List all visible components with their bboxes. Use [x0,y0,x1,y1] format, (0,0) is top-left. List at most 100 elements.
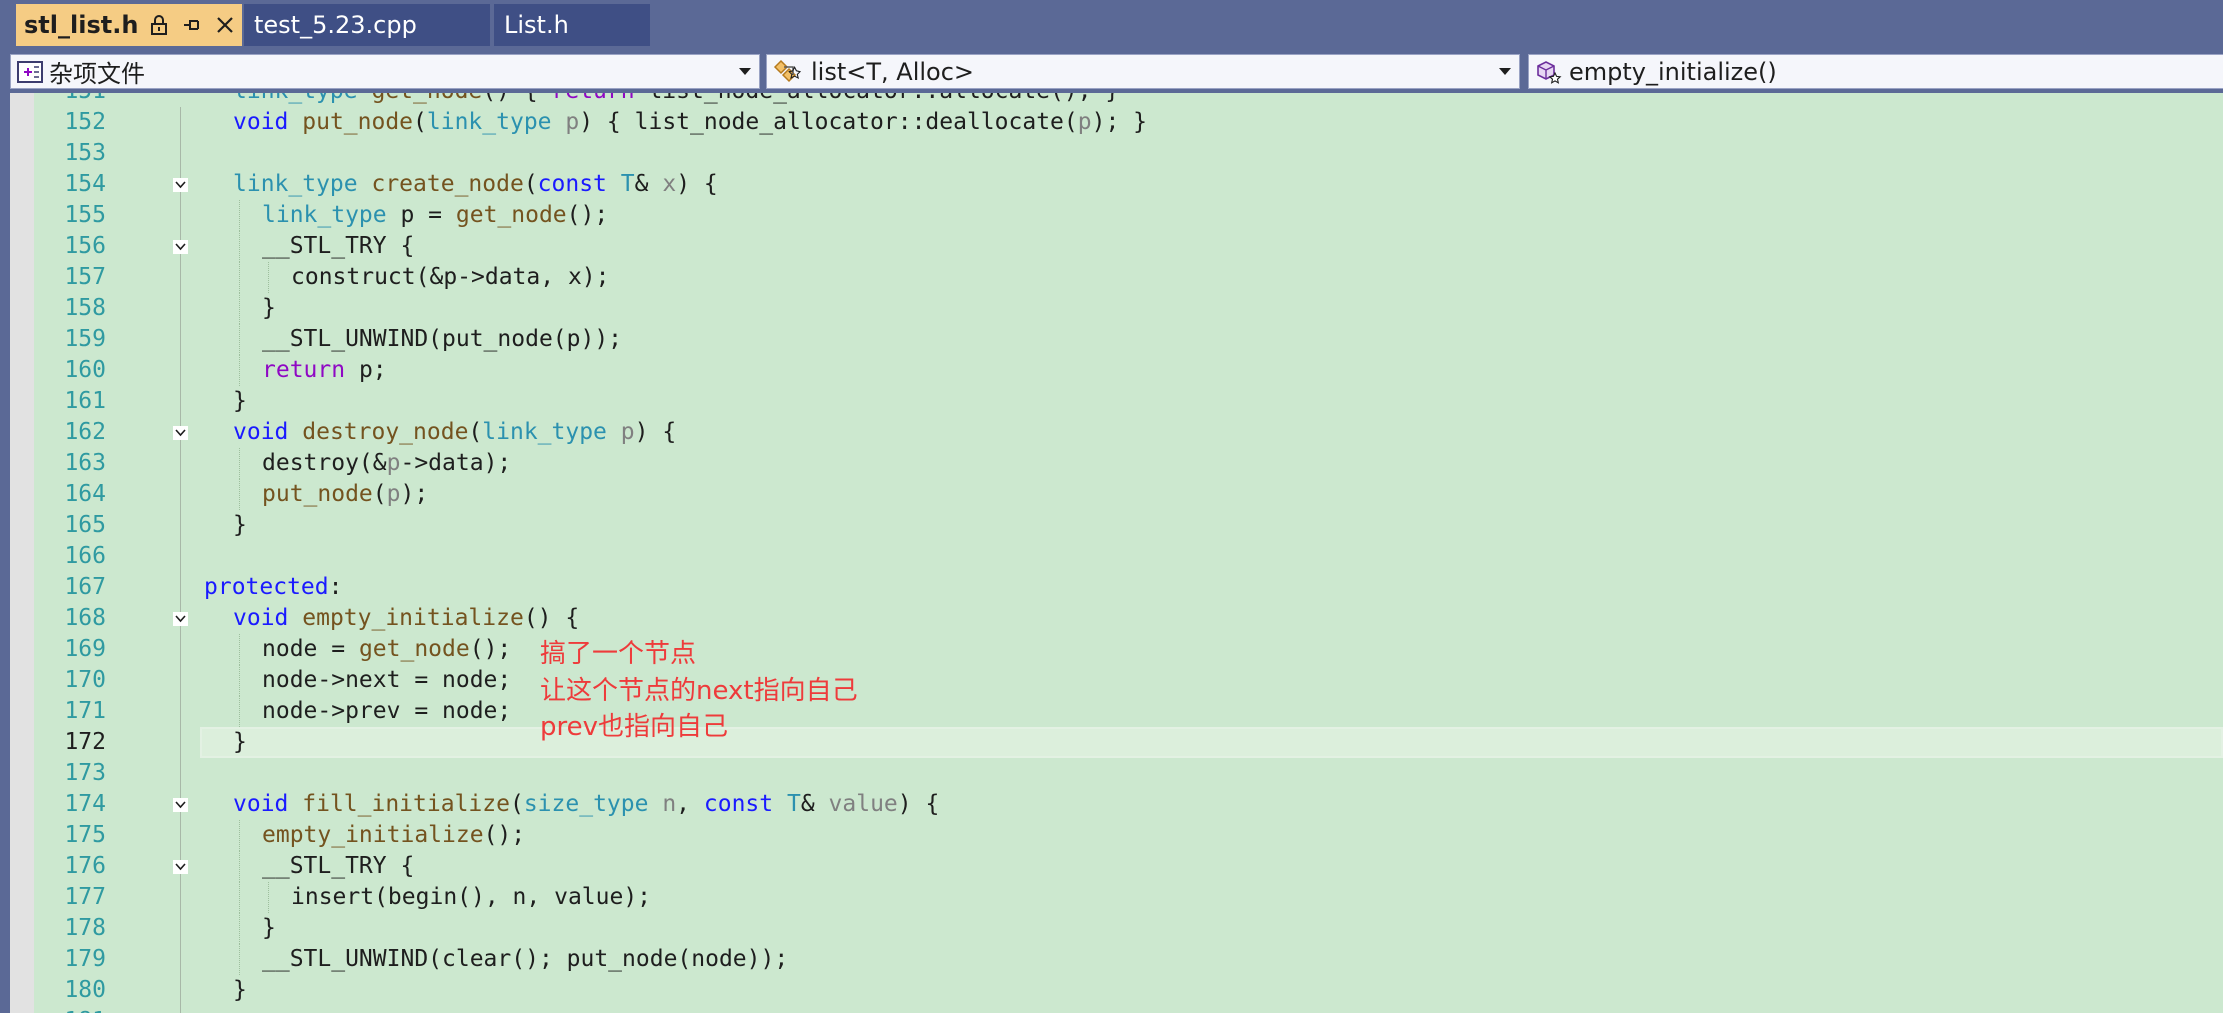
code-token: __STL_TRY [262,233,387,259]
pin-icon[interactable] [182,16,202,34]
code-token: void [233,605,289,631]
chevron-down-icon [739,68,751,75]
code-token: { [386,233,415,259]
line-number: 167 [64,574,106,600]
code-line[interactable]: 165} [0,510,2223,541]
indent-guide [239,479,240,510]
code-line[interactable]: 158} [0,293,2223,324]
code-line[interactable]: 163 destroy(&p->data); [0,448,2223,479]
code-line[interactable]: 174 void fill_initialize(size_type n, con… [0,789,2223,820]
code-token: const [537,171,607,197]
project-dropdown[interactable]: 杂项文件 [10,54,760,89]
code-line[interactable]: 152 void put_node(link_type p) { list_nod… [0,107,2223,138]
collapse-toggle-icon[interactable] [173,426,188,440]
code-line[interactable]: 169 node = get_node(); [0,634,2223,665]
tab-list-h[interactable]: List.h [494,4,650,46]
code-line[interactable]: 178} [0,913,2223,944]
line-number: 155 [64,202,106,228]
code-line[interactable]: 168 void empty_initialize() { [0,603,2223,634]
code-token: p [386,481,401,507]
outline-rail [180,572,181,603]
member-label: empty_initialize() [1569,57,1777,86]
collapse-toggle-icon[interactable] [173,798,188,812]
code-text: insert(begin(), n, value); [291,882,651,913]
indent-guide [268,882,269,913]
code-token: link_type [233,93,358,104]
code-token: ->data); [400,450,512,476]
code-token: construct(&p->data, x); [291,264,610,290]
code-line[interactable]: 180} [0,975,2223,1006]
code-line[interactable]: 159 __STL_UNWIND(put_node(p)); [0,324,2223,355]
collapse-toggle-icon[interactable] [173,612,188,626]
code-token: (); [566,202,609,228]
indent-guide [239,820,240,851]
code-line[interactable]: 160 return p; [0,355,2223,386]
collapse-toggle-icon[interactable] [173,178,188,192]
code-token: get_node [358,636,470,662]
scope-dropdown[interactable]: list<T, Alloc> [766,54,1520,89]
line-number: 163 [64,450,106,476]
collapse-toggle-icon[interactable] [173,860,188,874]
code-token: value [828,791,898,817]
outline-rail [180,479,181,510]
code-line[interactable]: 177 insert(begin(), n, value); [0,882,2223,913]
code-line[interactable]: 170 node->next = node; [0,665,2223,696]
line-number: 160 [64,357,106,383]
indent-guide [239,634,240,665]
code-line[interactable]: 172} [0,727,2223,758]
code-token: __STL_TRY [262,853,387,879]
code-token: ) { [897,791,940,817]
code-token: void [233,419,289,445]
line-number: 157 [64,264,106,290]
tab-test-5-23-cpp[interactable]: test_5.23.cpp [244,4,490,46]
code-line[interactable]: 167 protected: [0,572,2223,603]
document-tab-strip: stl_list.h test_5.23.cpp List.h [0,0,2223,49]
line-number: 164 [64,481,106,507]
code-line[interactable]: 176 __STL_TRY { [0,851,2223,882]
code-line[interactable]: 162 void destroy_node(link_type p) { [0,417,2223,448]
line-number: 179 [64,946,106,972]
code-line[interactable]: 164 put_node(p); [0,479,2223,510]
project-label: 杂项文件 [49,60,145,88]
code-text: link_type p = get_node(); [262,200,608,231]
code-line[interactable]: 181 [0,1006,2223,1013]
code-line[interactable]: 157 construct(&p->data, x); [0,262,2223,293]
code-line[interactable]: 173 [0,758,2223,789]
close-icon[interactable] [216,16,234,34]
outline-rail [180,634,181,665]
outline-rail [180,696,181,727]
code-line[interactable]: 153 [0,138,2223,169]
code-line[interactable]: 156 __STL_TRY { [0,231,2223,262]
code-editor[interactable]: 151link_type get_node() { return list_no… [0,93,2223,1013]
code-token: size_type [523,791,649,817]
code-line[interactable]: 175 empty_initialize(); [0,820,2223,851]
code-line[interactable]: 166 [0,541,2223,572]
member-dropdown[interactable]: empty_initialize() [1528,54,2223,89]
code-token: destroy(& [262,450,387,476]
line-number: 171 [64,698,106,724]
code-token: x [662,171,677,197]
indent-guide [239,665,240,696]
outline-rail [180,882,181,913]
code-token: & [634,171,663,197]
code-token: put_node [262,481,373,507]
indent-guide [239,944,240,975]
line-number: 153 [64,140,106,166]
tab-stl-list-h[interactable]: stl_list.h [16,4,242,46]
code-line[interactable]: 161} [0,386,2223,417]
code-line[interactable]: 179 __STL_UNWIND(clear(); put_node(node))… [0,944,2223,975]
code-line[interactable]: 155 link_type p = get_node(); [0,200,2223,231]
collapse-toggle-icon[interactable] [173,240,188,254]
code-token: void [233,109,289,135]
code-token: node->next = node; [262,667,512,693]
annotation-line-1: 搞了一个节点 [540,639,697,669]
code-line[interactable]: 171 node->prev = node; [0,696,2223,727]
code-token: __STL_UNWIND [262,326,429,352]
code-token: create_node [371,171,524,197]
code-token: p [620,419,635,445]
code-line[interactable]: 154 link_type create_node(const T& x) { [0,169,2223,200]
code-line[interactable]: 151 link_type get_node() { return list_no… [0,93,2223,107]
